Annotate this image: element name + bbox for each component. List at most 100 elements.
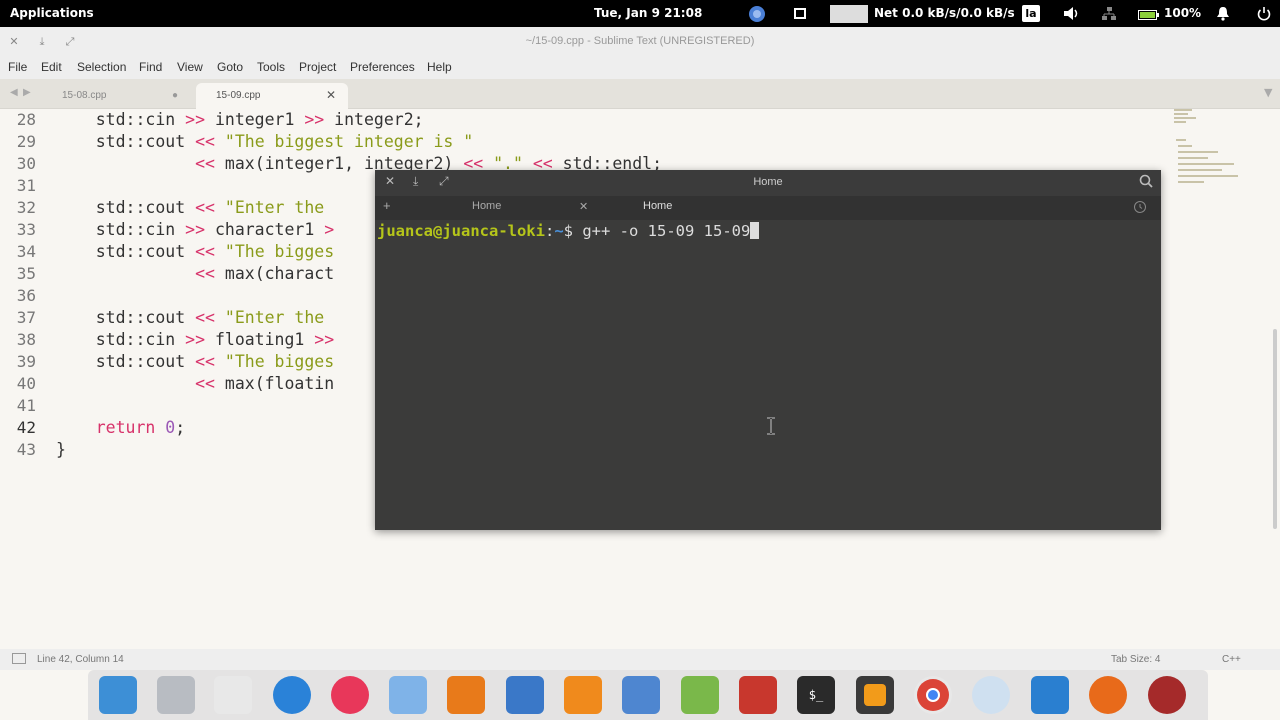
menu-find[interactable]: Find: [139, 60, 162, 74]
tab-close-icon[interactable]: ✕: [326, 88, 336, 102]
search-icon[interactable]: [1139, 174, 1153, 191]
home-folder-icon[interactable]: [157, 676, 195, 714]
terminal-tab-label[interactable]: Home: [472, 200, 501, 212]
applications-menu[interactable]: Applications: [10, 0, 94, 27]
power-icon[interactable]: [1256, 5, 1274, 22]
menu-preferences[interactable]: Preferences: [350, 60, 415, 74]
vlc-icon[interactable]: [564, 676, 602, 714]
tab-size[interactable]: Tab Size: 4: [1111, 654, 1160, 665]
foxit-icon[interactable]: [739, 676, 777, 714]
sublime-icon[interactable]: [856, 676, 894, 714]
notifications-icon[interactable]: [1215, 5, 1233, 22]
qtcreator-icon[interactable]: [273, 676, 311, 714]
workspace-switcher-icon[interactable]: [99, 676, 137, 714]
netspeed-graph-icon: [830, 5, 868, 23]
menu-file[interactable]: File: [8, 60, 27, 74]
line-number: 31: [16, 176, 36, 195]
terminal-prompt-line: juanca@juanca-loki:~$ g++ -o 15-09 15-09: [377, 222, 760, 240]
terminal-title: Home: [753, 176, 783, 188]
tab-bar: ◀ ▶ 15-08.cpp ● 15-09.cpp ✕ ▼: [0, 79, 1280, 109]
menu-selection[interactable]: Selection: [77, 60, 126, 74]
terminal-titlebar: ✕ ⤓ ⤢ Home: [375, 170, 1161, 196]
code-line: std::cout << "The biggest integer is ": [56, 132, 474, 151]
writer-icon[interactable]: [506, 676, 544, 714]
tab-label: 15-08.cpp: [62, 90, 107, 101]
tab-15-09[interactable]: 15-09.cpp ✕: [196, 83, 348, 109]
clock[interactable]: Tue, Jan 9 21:08: [594, 0, 702, 27]
inkscape-icon[interactable]: [447, 676, 485, 714]
terminal-body[interactable]: juanca@juanca-loki:~$ g++ -o 15-09 15-09: [375, 220, 1161, 530]
settings-toggle-icon[interactable]: [389, 676, 427, 714]
syntax-mode[interactable]: C++: [1222, 654, 1241, 665]
flickr-icon[interactable]: [331, 676, 369, 714]
sublime-titlebar: ✕ ⤓ ⤢ ~/15-09.cpp - Sublime Text (UNREGI…: [0, 27, 1280, 57]
tab-dropdown-icon[interactable]: ▼: [1264, 86, 1272, 99]
tab-15-08[interactable]: 15-08.cpp ●: [42, 83, 192, 109]
cursor-position: Line 42, Column 14: [37, 654, 124, 665]
window-title: ~/15-09.cpp - Sublime Text (UNREGISTERED…: [525, 35, 755, 47]
chrome-indicator-icon[interactable]: [748, 5, 766, 22]
code-line: std::cin >> floating1 >>: [56, 330, 335, 349]
line-number: 29: [16, 132, 36, 151]
line-number: 30: [16, 154, 36, 173]
line-number: 42: [16, 418, 36, 437]
line-number: 43: [16, 440, 36, 459]
code-line: std::cout << "The bigges: [56, 352, 335, 371]
new-tab-icon[interactable]: +: [383, 198, 391, 213]
line-number: 32: [16, 198, 36, 217]
menu-bar: File Edit Selection Find View Goto Tools…: [0, 57, 1280, 79]
menu-help[interactable]: Help: [427, 60, 452, 74]
firefox-icon[interactable]: [1089, 676, 1127, 714]
vertical-scrollbar[interactable]: [1273, 329, 1277, 529]
terminal-window[interactable]: ✕ ⤓ ⤢ Home + Home ✕ Home juanca@juanca-l…: [375, 170, 1161, 530]
battery-percent[interactable]: 100%: [1164, 0, 1201, 27]
window-indicator-icon[interactable]: [792, 5, 810, 22]
line-number: 36: [16, 286, 36, 305]
line-number: 39: [16, 352, 36, 371]
menu-project[interactable]: Project: [299, 60, 336, 74]
line-number: 28: [16, 110, 36, 129]
musescore-icon[interactable]: [972, 676, 1010, 714]
line-number: 37: [16, 308, 36, 327]
terminal-command: g++ -o 15-09 15-09: [582, 222, 751, 240]
gedit-icon[interactable]: [681, 676, 719, 714]
tab-nav-left-icon[interactable]: ◀: [10, 87, 18, 98]
keyboard-layout[interactable]: la: [1022, 5, 1040, 22]
line-number: 41: [16, 396, 36, 415]
minimap[interactable]: [1170, 109, 1270, 229]
waveform-icon[interactable]: [1031, 676, 1069, 714]
line-number: 40: [16, 374, 36, 393]
tab-nav-right-icon[interactable]: ▶: [23, 87, 31, 98]
panel-toggle-icon[interactable]: [12, 653, 26, 664]
terminal-icon[interactable]: $_: [797, 676, 835, 714]
terminal-tab-label[interactable]: Home: [643, 200, 672, 212]
code-line: return 0;: [95, 418, 186, 437]
chrome-icon[interactable]: [914, 676, 952, 714]
prompt-dir: ~: [554, 222, 564, 240]
menu-view[interactable]: View: [177, 60, 203, 74]
pencil-icon[interactable]: [622, 676, 660, 714]
prompt-user-host: juanca@juanca-loki: [377, 222, 545, 240]
menu-goto[interactable]: Goto: [217, 60, 243, 74]
tab-close-icon[interactable]: ✕: [579, 200, 588, 213]
net-speed[interactable]: Net 0.0 kB/s/0.0 kB/s: [874, 0, 1015, 27]
battery-icon[interactable]: [1138, 9, 1159, 20]
texstudio-icon[interactable]: [214, 676, 252, 714]
menu-edit[interactable]: Edit: [41, 60, 62, 74]
code-line: std::cout << "Enter the: [56, 308, 335, 327]
system-panel: Applications Tue, Jan 9 21:08 Net 0.0 kB…: [0, 0, 1280, 27]
ruby-icon[interactable]: [1148, 676, 1186, 714]
volume-icon[interactable]: [1062, 5, 1080, 22]
terminal-cursor: [750, 222, 760, 239]
network-icon[interactable]: [1100, 5, 1118, 22]
code-line: std::cout << "Enter the: [56, 198, 335, 217]
code-line: std::cin >> integer1 >> integer2;: [56, 110, 424, 129]
code-line: }: [56, 440, 66, 459]
unsaved-dot-icon[interactable]: ●: [172, 90, 178, 101]
line-number: 33: [16, 220, 36, 239]
menu-tools[interactable]: Tools: [257, 60, 285, 74]
line-number: 35: [16, 264, 36, 283]
history-icon[interactable]: [1133, 200, 1147, 217]
tab-label: 15-09.cpp: [216, 90, 261, 101]
code-line: std::cin >> character1 >: [56, 220, 335, 239]
